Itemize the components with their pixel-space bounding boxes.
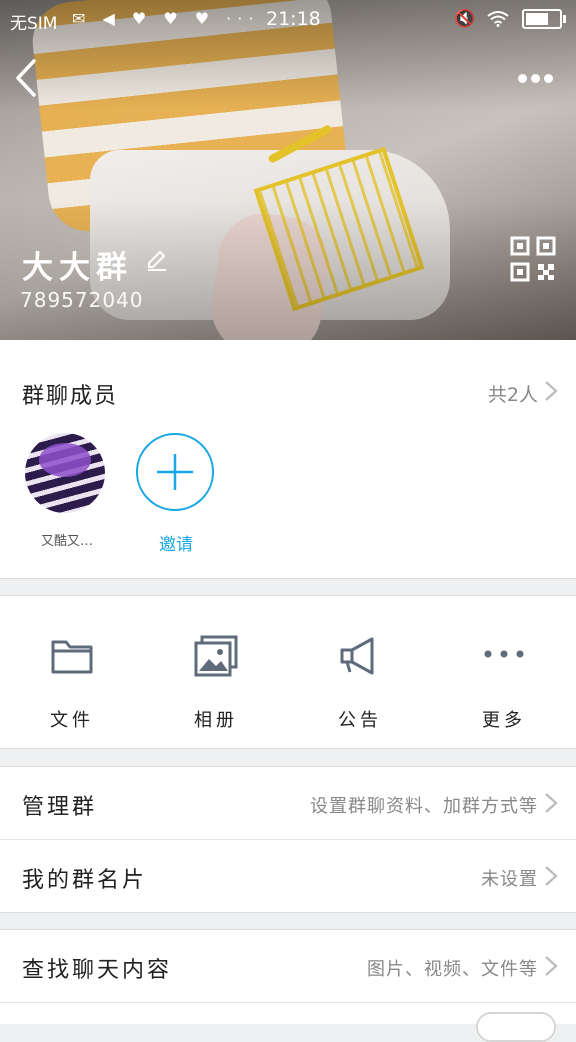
group-name: 大大群 [22,250,133,286]
folder-icon [51,640,93,674]
plus-icon [157,454,193,490]
row-value: 图片、视频、文件等 [367,959,538,980]
divider [0,748,576,749]
row-label: 查找聊天内容 [22,958,173,983]
my-group-card-row[interactable]: 我的群名片 未设置 [0,840,576,912]
back-button[interactable] [14,58,54,102]
divider [0,912,576,913]
tool-files[interactable]: 文件 [0,596,144,748]
chevron-right-icon [545,956,558,976]
chevron-right-icon [545,793,558,813]
group-cover-photo: 无SIM ✉ ◀ ♥ ♥ ♥ ··· 21:18 🔇 大大群 789572040 [0,0,576,340]
carrier-label: 无SIM [10,14,58,34]
divider [0,578,576,579]
edit-pencil-icon[interactable] [145,248,169,272]
more-options-button[interactable] [518,62,562,94]
row-value: 设置群聊资料、加群方式等 [310,796,538,817]
qr-code-icon[interactable] [510,236,556,282]
tool-label: 相册 [194,710,238,731]
row-value: 未设置 [481,869,538,890]
clock: 21:18 [266,8,321,30]
manage-group-row[interactable]: 管理群 设置群聊资料、加群方式等 [0,767,576,839]
chevron-right-icon [545,381,558,401]
chevron-right-icon [545,866,558,886]
mute-icon: 🔇 [454,9,476,29]
tool-label: 更多 [482,710,526,731]
status-bar: 无SIM ✉ ◀ ♥ ♥ ♥ ··· 21:18 🔇 [0,0,576,38]
group-id: 789572040 [20,288,144,312]
member-count: 共2人 [487,384,538,406]
members-section: 群聊成员 共2人 又酷又… 邀请 [0,340,576,578]
member-avatar[interactable] [25,433,105,513]
search-chat-row[interactable]: 查找聊天内容 图片、视频、文件等 [0,930,576,1002]
row-label: 管理群 [22,795,98,820]
more-dots-icon [518,74,527,83]
tool-label: 文件 [50,710,94,731]
tool-label: 公告 [338,710,382,731]
tool-more[interactable]: 更多 [432,596,576,748]
notification-icons: ✉ ◀ ♥ ♥ ♥ ··· [72,9,260,28]
back-arrow-icon [16,59,36,97]
tool-album[interactable]: 相册 [144,596,288,748]
invite-label: 邀请 [159,535,193,555]
battery-icon [522,9,566,29]
members-title: 群聊成员 [22,384,119,409]
album-icon [194,635,238,677]
row-label: 我的群名片 [22,868,148,893]
group-tools: 文件 相册 公告 更多 [0,596,576,748]
member-name: 又酷又… [40,534,93,549]
toggle-switch[interactable] [476,1012,556,1042]
system-icons: 🔇 [454,9,566,29]
tool-announcement[interactable]: 公告 [288,596,432,748]
wifi-icon [486,9,514,29]
more-dots-icon [484,650,524,658]
megaphone-icon [340,637,374,675]
invite-button[interactable] [136,433,214,511]
